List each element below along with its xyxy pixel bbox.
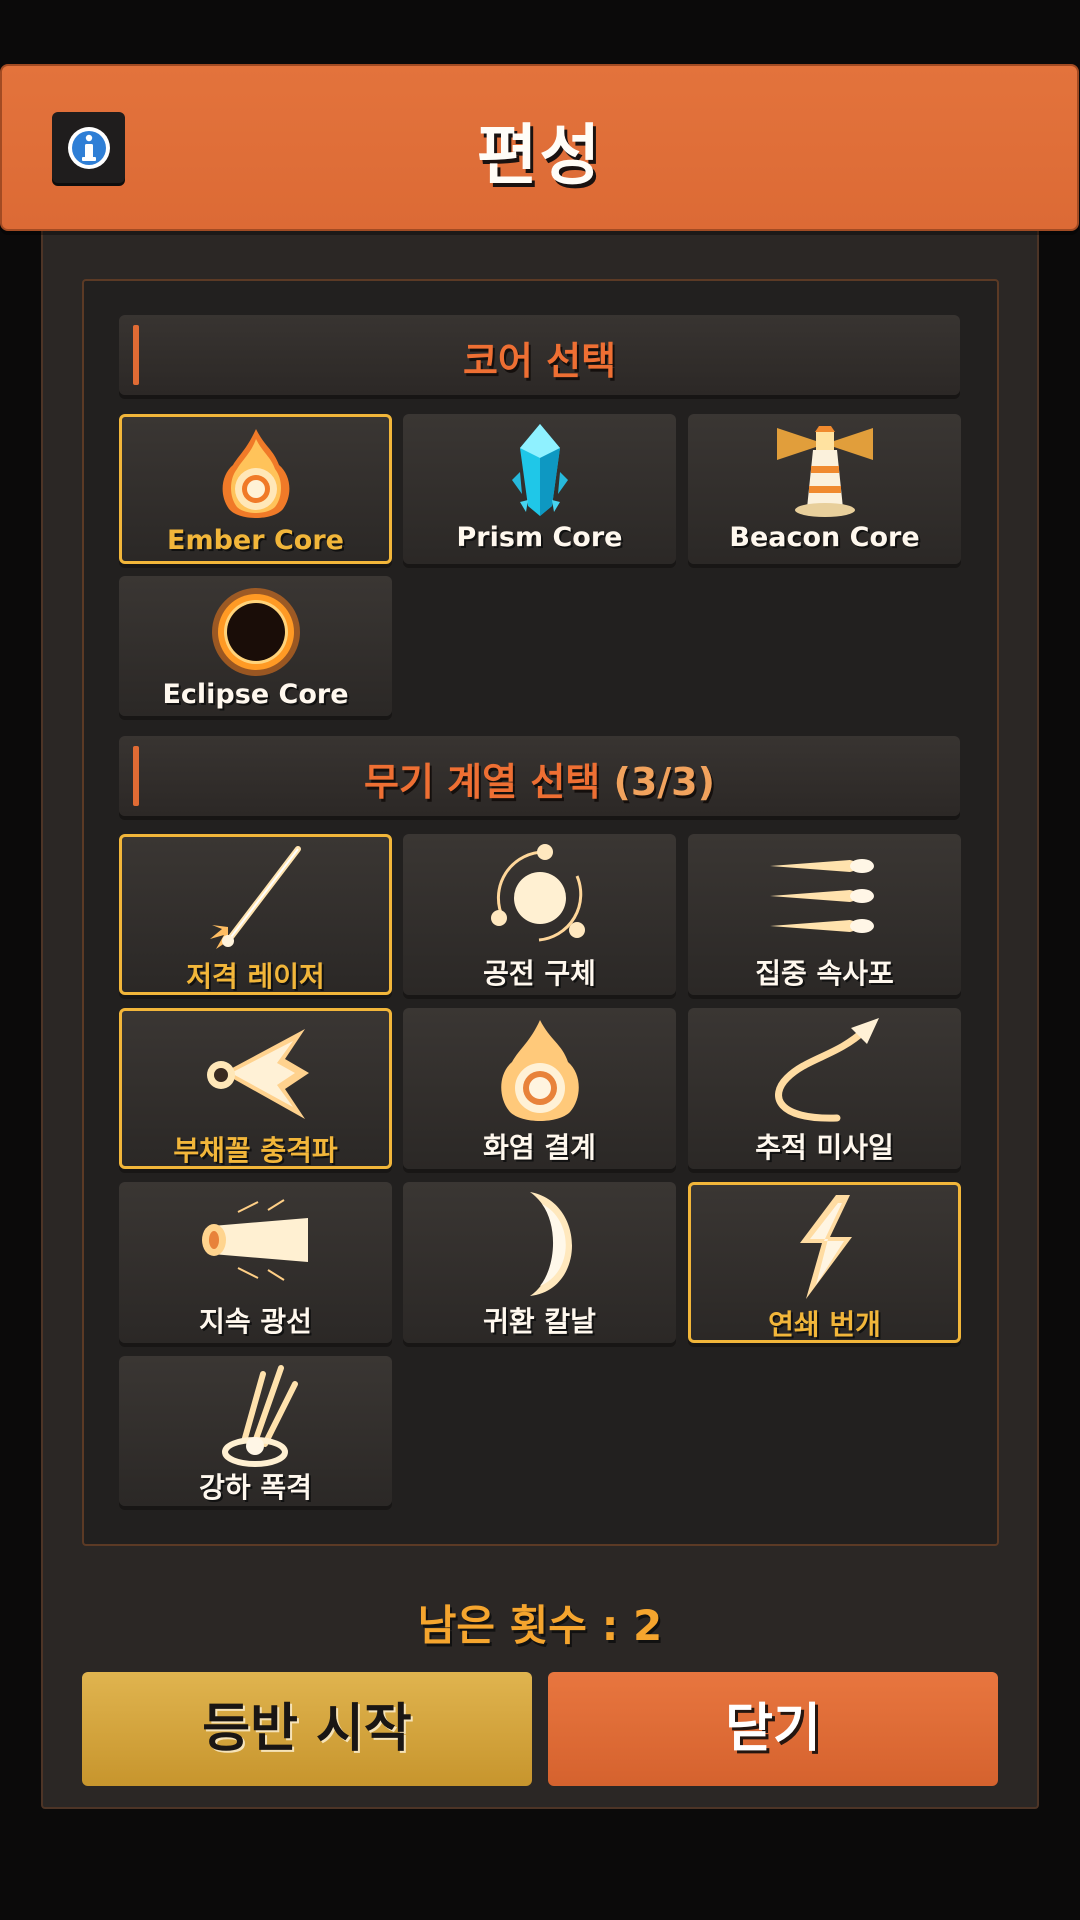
weapon-bombardment[interactable]: 강하 폭격 — [119, 1356, 392, 1506]
weapon-chain-lightning[interactable]: 연쇄 번개 — [688, 1182, 961, 1343]
beam-icon — [201, 1199, 308, 1281]
weapon-orbit-sphere[interactable]: 공전 구체 — [403, 834, 676, 995]
header-bar: 편성 — [0, 64, 1079, 231]
core-label: Prism Core — [456, 522, 623, 553]
weapon-label: 추적 미사일 — [755, 1131, 894, 1164]
crystal-icon — [511, 424, 568, 516]
bombardment-icon — [221, 1365, 298, 1467]
page-title: 편성 — [476, 117, 603, 194]
core-prism[interactable]: Prism Core — [403, 414, 676, 564]
weapon-label: 연쇄 번개 — [768, 1308, 881, 1341]
core-eclipse[interactable]: Eclipse Core — [119, 576, 392, 716]
crescent-blade-icon — [529, 1192, 572, 1296]
core-label: Ember Core — [167, 525, 344, 556]
weapon-section-title: 무기 계열 선택 (3/3) — [119, 751, 960, 806]
core-section-title: 코어 선택 — [462, 339, 617, 383]
eclipse-icon — [211, 588, 300, 676]
core-label: Beacon Core — [729, 522, 920, 553]
weapon-label: 집중 속사포 — [755, 957, 894, 990]
weapon-label: 지속 광선 — [199, 1305, 312, 1338]
core-beacon[interactable]: Beacon Core — [688, 414, 961, 564]
weapon-label: 저격 레이저 — [186, 960, 325, 993]
remaining-count: 남은 횟수 : 2 — [417, 1601, 663, 1650]
weapon-fan-shockwave[interactable]: 부채꼴 충격파 — [119, 1008, 392, 1169]
lighthouse-icon — [776, 426, 873, 517]
weapon-label: 강하 폭격 — [199, 1471, 312, 1504]
formation-screen: 편성 코어 선택 Ember Core Prism Core Beacon Co… — [0, 0, 1080, 1920]
weapon-label: 공전 구체 — [483, 957, 596, 990]
weapon-label: 화염 결계 — [483, 1131, 596, 1164]
weapon-section-title-text: 무기 계열 선택 — [364, 760, 601, 804]
rapid-fire-icon — [769, 859, 874, 933]
weapon-beam[interactable]: 지속 광선 — [119, 1182, 392, 1343]
core-section-header: 코어 선택 — [119, 315, 960, 395]
orbit-sphere-icon — [490, 844, 585, 942]
flame-barrier-icon — [500, 1020, 579, 1121]
start-climb-button[interactable]: 등반 시작 — [82, 1672, 532, 1786]
weapon-section-header: 무기 계열 선택 (3/3) — [119, 736, 960, 816]
weapon-rapid-fire[interactable]: 집중 속사포 — [688, 834, 961, 995]
fire-ring-icon — [222, 429, 289, 518]
weapon-crescent-blade[interactable]: 귀환 칼날 — [403, 1182, 676, 1343]
chain-lightning-icon — [799, 1195, 852, 1299]
weapon-sniper-laser[interactable]: 저격 레이저 — [119, 834, 392, 995]
fan-shockwave-icon — [206, 1029, 309, 1119]
weapon-flame-barrier[interactable]: 화염 결계 — [403, 1008, 676, 1169]
weapon-label: 부채꼴 충격파 — [173, 1134, 338, 1167]
weapon-selection-count: (3/3) — [613, 760, 715, 804]
weapon-homing-missile[interactable]: 추적 미사일 — [688, 1008, 961, 1169]
weapon-label: 귀환 칼날 — [483, 1305, 596, 1338]
homing-missile-icon — [774, 1018, 879, 1122]
close-button[interactable]: 닫기 — [548, 1672, 998, 1786]
core-label: Eclipse Core — [162, 679, 349, 710]
sniper-laser-icon — [209, 846, 301, 949]
core-ember[interactable]: Ember Core — [119, 414, 392, 564]
